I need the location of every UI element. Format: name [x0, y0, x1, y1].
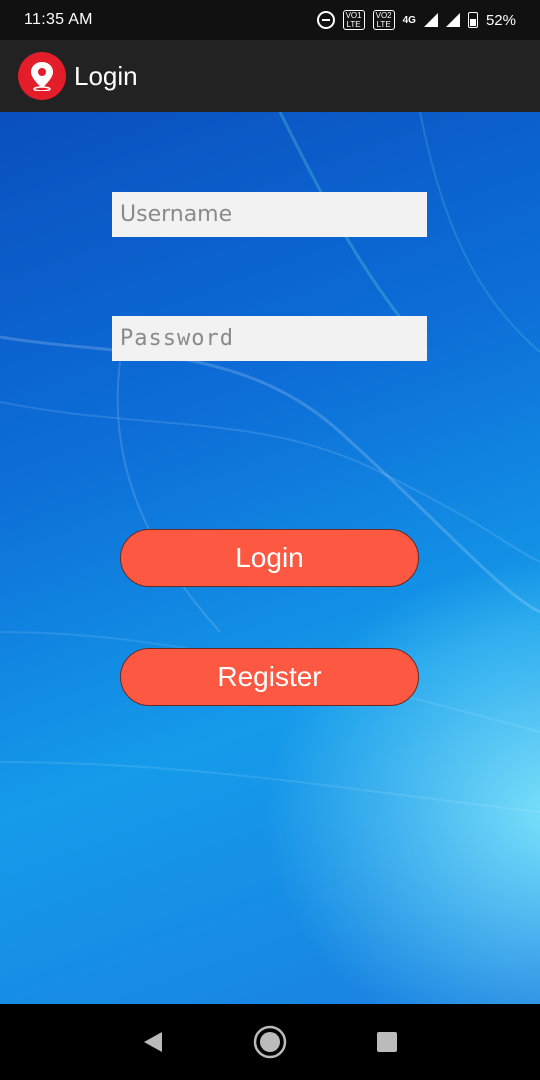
navigation-bar	[0, 1004, 540, 1080]
network-type: 4G	[402, 14, 416, 26]
password-input[interactable]	[112, 316, 427, 361]
location-pin-icon	[18, 52, 66, 100]
battery-icon	[467, 12, 478, 28]
volte-2-icon: VO2 LTE	[372, 10, 395, 30]
username-input[interactable]	[112, 192, 427, 237]
signal-icon	[445, 13, 460, 27]
do-not-disturb-icon	[316, 11, 335, 29]
signal-icon	[423, 13, 438, 27]
status-icons: VO1 LTE VO2 LTE 4G 52%	[316, 10, 516, 30]
status-bar: 11:35 AM VO1 LTE VO2 LTE 4G 52%	[0, 0, 540, 40]
login-button[interactable]: Login	[120, 529, 419, 587]
battery-percent: 52%	[485, 11, 516, 29]
login-content: Login Register	[0, 112, 540, 1004]
page-title: Login	[74, 60, 138, 91]
status-time: 11:35 AM	[24, 11, 93, 28]
volte-1-icon: VO1 LTE	[342, 10, 365, 30]
recents-square-icon[interactable]	[367, 1022, 407, 1062]
home-circle-icon[interactable]	[250, 1022, 290, 1062]
register-button[interactable]: Register	[120, 648, 419, 706]
app-bar: Login	[0, 40, 540, 112]
back-triangle-icon[interactable]	[133, 1022, 173, 1062]
